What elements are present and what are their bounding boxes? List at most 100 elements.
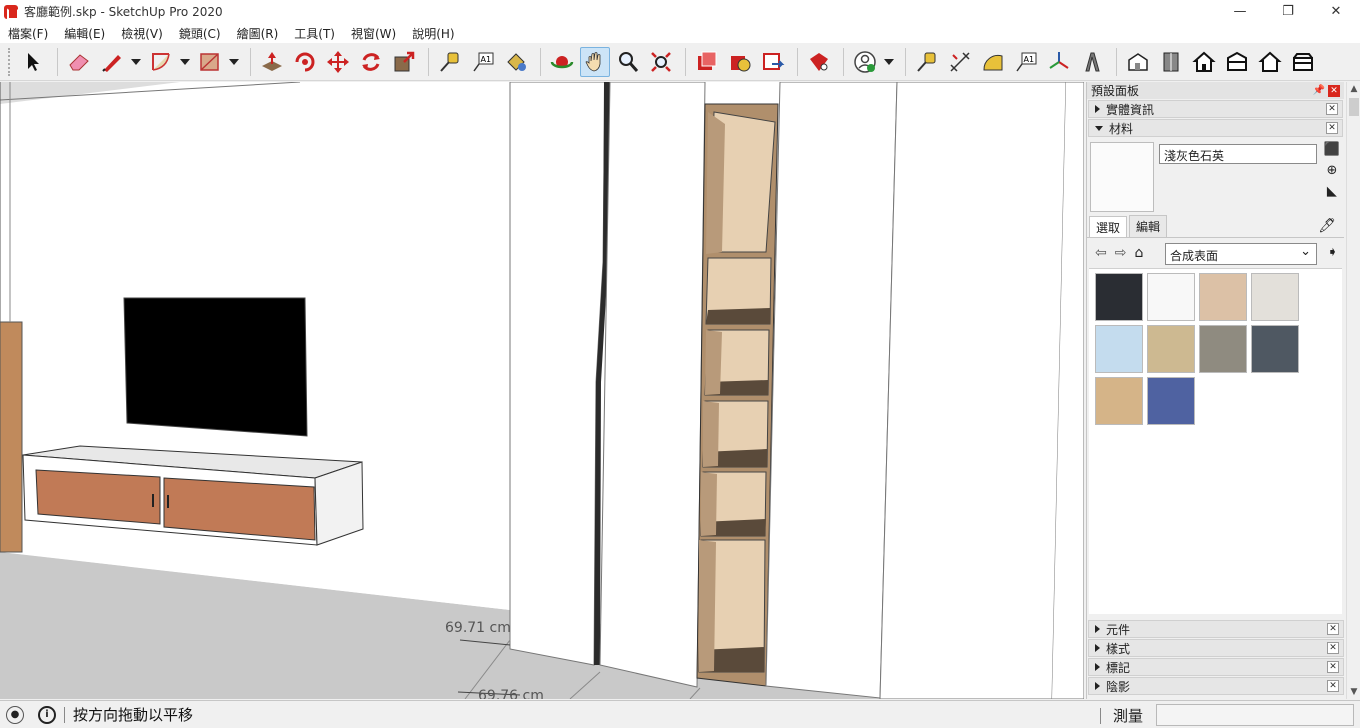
iso-view-icon[interactable] [1123, 47, 1153, 77]
extension-warehouse-icon[interactable] [725, 47, 755, 77]
tab-select[interactable]: 選取 [1089, 216, 1128, 237]
panel-close-icon[interactable]: ✕ [1327, 623, 1339, 635]
panel-close-icon[interactable]: ✕ [1327, 680, 1339, 692]
panel-close-icon[interactable]: ✕ [1327, 661, 1339, 673]
shape-tool-dropdown[interactable] [228, 47, 240, 77]
rotate-tool-icon[interactable] [356, 47, 386, 77]
instructor-info-icon[interactable]: i [38, 705, 56, 724]
back-arrow-icon[interactable]: ⇦ [1095, 245, 1107, 261]
shadows-panel[interactable]: 陰影 ✕ [1088, 677, 1344, 695]
protractor-tool-icon[interactable] [978, 47, 1008, 77]
restore-button[interactable]: ❐ [1264, 0, 1312, 23]
panel-close-icon[interactable]: ✕ [1326, 122, 1338, 134]
material-swatch[interactable] [1251, 325, 1299, 373]
dimension-label[interactable]: 69.76 cm [478, 688, 544, 699]
styles-panel[interactable]: 樣式 ✕ [1088, 639, 1344, 657]
move-tool-icon[interactable] [323, 47, 353, 77]
paint-bucket-tool-icon[interactable] [501, 47, 531, 77]
modeling-viewport[interactable]: 69.71 cm 69.76 cm [0, 82, 1084, 699]
send-to-layout-icon[interactable] [758, 47, 788, 77]
pin-icon[interactable]: 📌 [1313, 85, 1325, 96]
material-default-icon[interactable]: ◣ [1327, 184, 1337, 199]
svg-text:A1: A1 [481, 55, 492, 64]
right-view-icon[interactable] [1222, 47, 1252, 77]
text-tool-icon[interactable]: A1 [468, 47, 498, 77]
material-swatch[interactable] [1251, 273, 1299, 321]
material-name-field[interactable]: 淺灰色石英 [1159, 144, 1317, 164]
home-icon[interactable]: ⌂ [1134, 245, 1143, 261]
follow-me-tool-icon[interactable] [290, 47, 320, 77]
menu-window[interactable]: 視窗(W) [351, 25, 396, 42]
front-view-icon[interactable] [1189, 47, 1219, 77]
3d-text-tool-icon[interactable] [1077, 47, 1107, 77]
push-pull-tool-icon[interactable] [257, 47, 287, 77]
top-view-icon[interactable] [1156, 47, 1186, 77]
close-tray-icon[interactable]: ✕ [1328, 84, 1340, 97]
pan-tool-icon[interactable] [580, 46, 610, 77]
back-view-icon[interactable] [1255, 47, 1285, 77]
materials-panel-header[interactable]: 材料 ✕ [1088, 119, 1343, 137]
eyedropper-icon[interactable]: 🖊 [1318, 218, 1336, 234]
extension-manager-icon[interactable] [804, 47, 834, 77]
menu-help[interactable]: 說明(H) [412, 25, 454, 42]
panel-close-icon[interactable]: ✕ [1326, 103, 1338, 115]
account-icon[interactable] [850, 47, 880, 77]
3d-warehouse-icon[interactable] [692, 47, 722, 77]
toolbar-grip[interactable] [8, 47, 12, 76]
create-material-icon[interactable]: ⊕ [1326, 163, 1337, 178]
menu-file[interactable]: 檔案(F) [8, 25, 48, 42]
account-dropdown[interactable] [883, 47, 895, 77]
line-tool-icon[interactable] [97, 47, 127, 77]
tape-measure-tool-icon[interactable] [435, 47, 465, 77]
material-swatch[interactable] [1199, 325, 1247, 373]
menu-edit[interactable]: 編輯(E) [64, 25, 105, 42]
toolbar-separator [843, 47, 844, 76]
forward-arrow-icon[interactable]: ⇨ [1115, 245, 1127, 261]
menu-tools[interactable]: 工具(T) [294, 25, 335, 42]
sample-paint-icon[interactable]: ⬛ [1324, 142, 1340, 157]
material-swatch[interactable] [1095, 273, 1143, 321]
text-tool-2-icon[interactable]: A1 [1011, 47, 1041, 77]
line-tool-dropdown[interactable] [130, 47, 142, 77]
material-swatch[interactable] [1199, 273, 1247, 321]
tray-scrollbar[interactable]: ▲ ▼ [1346, 82, 1360, 699]
tags-panel[interactable]: 標記 ✕ [1088, 658, 1344, 676]
scroll-up-icon[interactable]: ▲ [1347, 82, 1360, 96]
components-panel[interactable]: 元件 ✕ [1088, 620, 1344, 638]
material-swatch[interactable] [1147, 325, 1195, 373]
rectangle-tool-icon[interactable] [195, 47, 225, 77]
material-swatch[interactable] [1095, 377, 1143, 425]
close-button[interactable]: ✕ [1312, 0, 1360, 23]
menu-draw[interactable]: 繪圖(R) [237, 25, 279, 42]
expand-icon [1095, 663, 1100, 671]
collection-select[interactable]: 合成表面 [1165, 243, 1317, 265]
dimension-label[interactable]: 69.71 cm [445, 620, 511, 636]
minimize-button[interactable]: — [1216, 0, 1264, 23]
details-arrow-icon[interactable]: ➧ [1327, 245, 1338, 260]
orbit-tool-icon[interactable] [547, 47, 577, 77]
material-swatch[interactable] [1147, 273, 1195, 321]
entity-info-panel[interactable]: 實體資訊 ✕ [1088, 100, 1343, 118]
scroll-down-icon[interactable]: ▼ [1347, 685, 1360, 699]
material-preview[interactable] [1090, 142, 1154, 212]
menu-view[interactable]: 檢視(V) [121, 25, 163, 42]
zoom-tool-icon[interactable] [613, 47, 643, 77]
zoom-extents-tool-icon[interactable] [646, 47, 676, 77]
scroll-thumb[interactable] [1349, 98, 1359, 116]
axes-tool-icon[interactable] [1044, 47, 1074, 77]
select-tool-icon[interactable] [18, 47, 48, 77]
geo-location-icon[interactable]: ● [6, 705, 24, 724]
material-swatch[interactable] [1147, 377, 1195, 425]
scale-tool-icon[interactable] [389, 47, 419, 77]
left-view-icon[interactable] [1288, 47, 1318, 77]
menu-camera[interactable]: 鏡頭(C) [179, 25, 221, 42]
arc-tool-dropdown[interactable] [179, 47, 191, 77]
tab-edit[interactable]: 編輯 [1129, 215, 1168, 237]
panel-close-icon[interactable]: ✕ [1327, 642, 1339, 654]
arc-tool-icon[interactable] [146, 47, 176, 77]
material-swatch[interactable] [1095, 325, 1143, 373]
dimension-tool-icon[interactable] [945, 47, 975, 77]
eraser-tool-icon[interactable] [64, 47, 94, 77]
tape-measure-2-icon[interactable] [912, 47, 942, 77]
measurements-input[interactable] [1156, 704, 1354, 726]
